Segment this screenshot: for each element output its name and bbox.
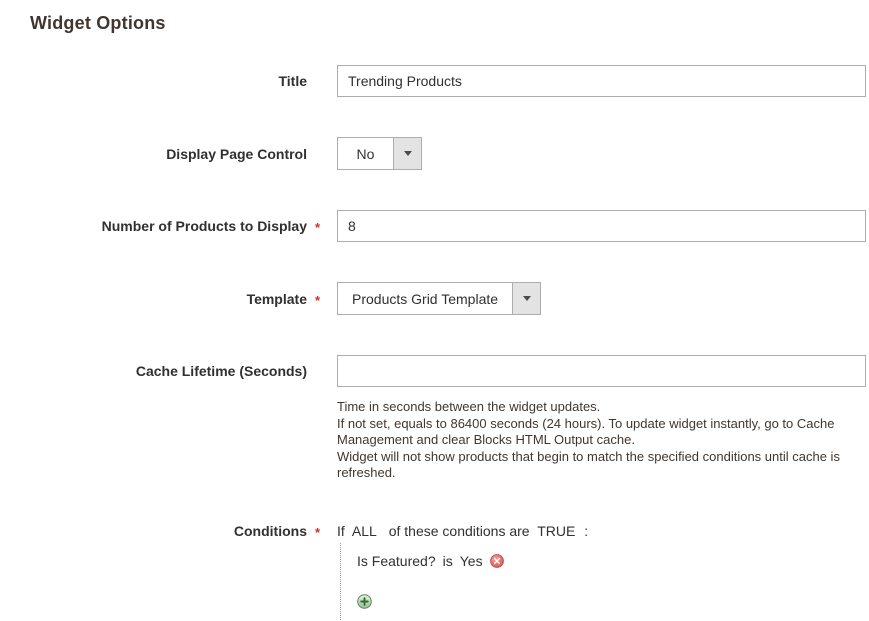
conditions-children: Is Featured? is Yes: [340, 543, 836, 620]
note-line: Time in seconds between the widget updat…: [337, 399, 854, 416]
field-row-products-count: Number of Products to Display *: [30, 210, 836, 242]
cache-lifetime-label: Cache Lifetime (Seconds): [30, 355, 307, 380]
template-label: Template *: [30, 290, 307, 308]
remove-condition-icon: [490, 554, 504, 568]
title-input[interactable]: [337, 65, 866, 97]
add-condition-icon: [357, 594, 372, 609]
note-line: If not set, equals to 86400 seconds (24 …: [337, 416, 854, 449]
title-label: Title: [30, 72, 307, 90]
conditions-label: Conditions *: [30, 522, 307, 540]
display-page-control-label: Display Page Control: [30, 145, 307, 163]
condition-value[interactable]: Yes: [460, 552, 483, 570]
display-page-control-select[interactable]: No: [337, 137, 422, 170]
template-select[interactable]: Products Grid Template: [337, 282, 541, 315]
field-row-display-page-control: Display Page Control No: [30, 137, 836, 170]
field-row-title: Title: [30, 65, 836, 97]
template-dropdown-button[interactable]: [512, 283, 540, 314]
conditions-value-toggle[interactable]: TRUE: [537, 523, 575, 539]
condition-rule-row: Is Featured? is Yes: [357, 552, 836, 570]
required-asterisk: *: [315, 219, 320, 237]
required-asterisk: *: [315, 524, 320, 542]
conditions-root-rule: If ALL of these conditions are TRUE :: [337, 522, 836, 541]
display-page-control-selected-value: No: [338, 138, 393, 169]
condition-operator[interactable]: is: [443, 552, 453, 570]
conditions-middle-text: of these conditions are: [389, 523, 530, 539]
conditions-tree: If ALL of these conditions are TRUE : Is…: [337, 522, 836, 620]
display-page-control-dropdown-button[interactable]: [393, 138, 421, 169]
cache-lifetime-note: Time in seconds between the widget updat…: [337, 399, 854, 482]
conditions-aggregator-toggle[interactable]: ALL: [352, 523, 377, 539]
conditions-colon: :: [584, 523, 588, 539]
products-count-label: Number of Products to Display *: [30, 217, 307, 235]
conditions-if-text: If: [337, 523, 345, 539]
field-row-conditions: Conditions * If ALL of these conditions …: [30, 522, 836, 620]
cache-lifetime-input[interactable]: [337, 355, 866, 387]
required-asterisk: *: [315, 292, 320, 310]
field-row-cache-lifetime: Cache Lifetime (Seconds) Time in seconds…: [30, 355, 836, 482]
products-count-input[interactable]: [337, 210, 866, 242]
chevron-down-icon: [523, 296, 531, 301]
field-row-template: Template * Products Grid Template: [30, 282, 836, 315]
note-line: Widget will not show products that begin…: [337, 449, 854, 482]
add-condition-button[interactable]: [357, 594, 372, 609]
template-selected-value: Products Grid Template: [338, 283, 512, 314]
condition-attribute: Is Featured?: [357, 552, 436, 570]
widget-options-panel: Widget Options Title Display Page Contro…: [0, 0, 869, 620]
remove-condition-button[interactable]: [490, 554, 504, 568]
chevron-down-icon: [404, 151, 412, 156]
page-title: Widget Options: [30, 13, 836, 34]
